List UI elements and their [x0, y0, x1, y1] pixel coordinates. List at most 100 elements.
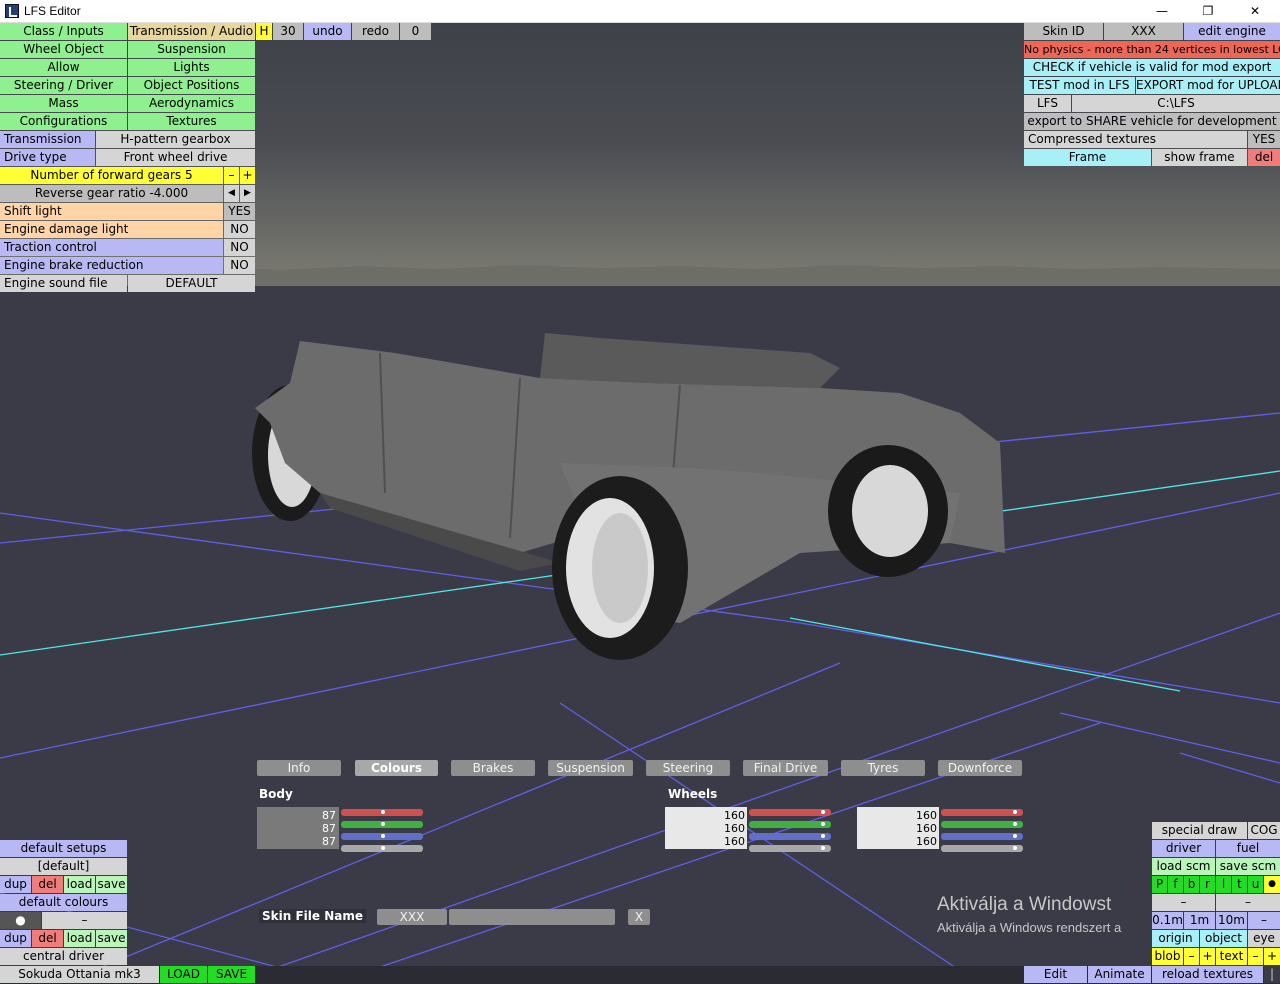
wheels-green-slider[interactable] — [749, 821, 831, 828]
tab-tyres[interactable]: Tyres — [841, 760, 925, 776]
view-u-button[interactable]: u — [1248, 876, 1263, 893]
menu-steering-driver[interactable]: Steering / Driver — [0, 77, 127, 94]
body-green-slider[interactable] — [341, 821, 423, 828]
text-plus-button[interactable]: + — [1264, 948, 1280, 965]
tab-brakes[interactable]: Brakes — [451, 760, 535, 776]
default-setups-button[interactable]: default setups — [0, 840, 127, 857]
export-upload-button[interactable]: EXPORT mod for UPLOAD — [1136, 77, 1280, 94]
tab-info[interactable]: Info — [257, 760, 341, 776]
load-scm-button[interactable]: load scm — [1152, 858, 1215, 875]
restore-button[interactable]: ❐ — [1185, 0, 1231, 23]
edit-mode-button[interactable]: Edit — [1024, 966, 1087, 983]
lfs-path[interactable]: C:\LFS — [1072, 95, 1280, 112]
wheels2-green-slider[interactable] — [941, 821, 1023, 828]
drive-type-value[interactable]: Front wheel drive — [96, 149, 255, 166]
text-button[interactable]: text — [1216, 948, 1247, 965]
dist-01m-button[interactable]: 0.1m — [1152, 912, 1183, 929]
body-blue-slider[interactable] — [341, 833, 423, 840]
menu-class-inputs[interactable]: Class / Inputs — [0, 23, 127, 40]
menu-transmission-audio[interactable]: Transmission / Audio — [128, 23, 255, 40]
colours-del-button[interactable]: del — [32, 930, 63, 947]
fps-value[interactable]: 30 — [273, 23, 303, 40]
car-load-button[interactable]: LOAD — [160, 966, 207, 983]
check-vehicle-button[interactable]: CHECK if vehicle is valid for mod export — [1024, 59, 1280, 76]
shift-light-toggle[interactable]: YES — [224, 203, 255, 220]
damage-light-toggle[interactable]: NO — [224, 221, 255, 238]
engine-brake-toggle[interactable]: NO — [224, 257, 255, 274]
traction-control-toggle[interactable]: NO — [224, 239, 255, 256]
skin-id-value[interactable]: XXX — [1104, 23, 1183, 40]
skin-file-clear-button[interactable]: X — [628, 909, 650, 925]
menu-aerodynamics[interactable]: Aerodynamics — [128, 95, 255, 112]
transmission-value[interactable]: H-pattern gearbox — [96, 131, 255, 148]
colour-dash-button[interactable]: – — [42, 912, 127, 929]
default-setup-name[interactable]: [default] — [0, 858, 127, 875]
wheels-blue-slider[interactable] — [749, 833, 831, 840]
view-f-button[interactable]: f — [1168, 876, 1183, 893]
frame-delete-button[interactable]: del — [1248, 149, 1280, 166]
cog-button[interactable]: COG — [1248, 822, 1280, 839]
view-l-button[interactable]: l — [1216, 876, 1231, 893]
driver-button[interactable]: driver — [1152, 840, 1215, 857]
frame-button[interactable]: Frame — [1024, 149, 1151, 166]
car-name[interactable]: Sokuda Ottania mk3 — [0, 966, 159, 983]
compressed-textures-toggle[interactable]: YES — [1248, 131, 1280, 148]
blob-plus-button[interactable]: + — [1200, 948, 1215, 965]
body-red-slider[interactable] — [341, 809, 423, 816]
engine-sound-value[interactable]: DEFAULT — [128, 275, 255, 292]
view-b-button[interactable]: b — [1184, 876, 1199, 893]
wheels-red-slider[interactable] — [749, 809, 831, 816]
menu-configurations[interactable]: Configurations — [0, 113, 127, 130]
wheels2-alpha-slider[interactable] — [941, 845, 1023, 852]
redo-button[interactable]: redo — [352, 23, 399, 40]
colours-load-button[interactable]: load — [64, 930, 95, 947]
default-colours-button[interactable]: default colours — [0, 894, 127, 911]
body-alpha-slider[interactable] — [341, 845, 423, 852]
menu-suspension[interactable]: Suspension — [128, 41, 255, 58]
undo-button[interactable]: undo — [304, 23, 351, 40]
wheels-alpha-slider[interactable] — [749, 845, 831, 852]
setup-del-button[interactable]: del — [32, 876, 63, 893]
eye-button[interactable]: eye — [1248, 930, 1280, 947]
menu-object-positions[interactable]: Object Positions — [128, 77, 255, 94]
dist-minus-button[interactable]: – — [1248, 912, 1280, 929]
save-scm-button[interactable]: save scm — [1216, 858, 1280, 875]
special-draw-button[interactable]: special draw — [1152, 822, 1247, 839]
colour-dot-icon[interactable]: ● — [0, 912, 41, 929]
test-mod-button[interactable]: TEST mod in LFS — [1024, 77, 1135, 94]
view-dot-icon[interactable]: ● — [1264, 876, 1280, 893]
show-frame-button[interactable]: show frame — [1152, 149, 1247, 166]
dash-button-1[interactable]: – — [1152, 894, 1215, 911]
wheels2-red-slider[interactable] — [941, 809, 1023, 816]
menu-wheel-object[interactable]: Wheel Object — [0, 41, 127, 58]
tab-colours[interactable]: Colours — [355, 760, 438, 776]
dist-10m-button[interactable]: 10m — [1216, 912, 1247, 929]
skin-file-value[interactable]: XXX — [377, 909, 447, 925]
colours-dup-button[interactable]: dup — [0, 930, 31, 947]
view-t-button[interactable]: t — [1232, 876, 1247, 893]
skin-file-input[interactable] — [449, 909, 615, 925]
animate-mode-button[interactable]: Animate — [1088, 966, 1151, 983]
setup-dup-button[interactable]: dup — [0, 876, 31, 893]
menu-mass[interactable]: Mass — [0, 95, 127, 112]
colours-save-button[interactable]: save — [96, 930, 127, 947]
blob-minus-button[interactable]: – — [1184, 948, 1199, 965]
text-minus-button[interactable]: – — [1248, 948, 1263, 965]
wheels2-blue-slider[interactable] — [941, 833, 1023, 840]
origin-button[interactable]: origin — [1152, 930, 1199, 947]
tab-downforce[interactable]: Downforce — [938, 760, 1022, 776]
setup-save-button[interactable]: save — [96, 876, 127, 893]
tab-final-drive[interactable]: Final Drive — [743, 760, 828, 776]
fuel-button[interactable]: fuel — [1216, 840, 1280, 857]
reverse-ratio-slider[interactable]: Reverse gear ratio -4.000 — [0, 185, 223, 202]
lfs-button[interactable]: LFS — [1024, 95, 1071, 112]
tab-suspension[interactable]: Suspension — [548, 760, 633, 776]
dist-1m-button[interactable]: 1m — [1184, 912, 1215, 929]
export-share-button[interactable]: export to SHARE vehicle for development — [1024, 113, 1280, 130]
gears-minus-button[interactable]: – — [224, 167, 239, 184]
object-button[interactable]: object — [1200, 930, 1247, 947]
close-button[interactable]: ✕ — [1232, 0, 1278, 23]
ratio-left-icon[interactable]: ◀ — [224, 185, 239, 202]
tab-steering[interactable]: Steering — [646, 760, 730, 776]
gears-plus-button[interactable]: + — [240, 167, 255, 184]
